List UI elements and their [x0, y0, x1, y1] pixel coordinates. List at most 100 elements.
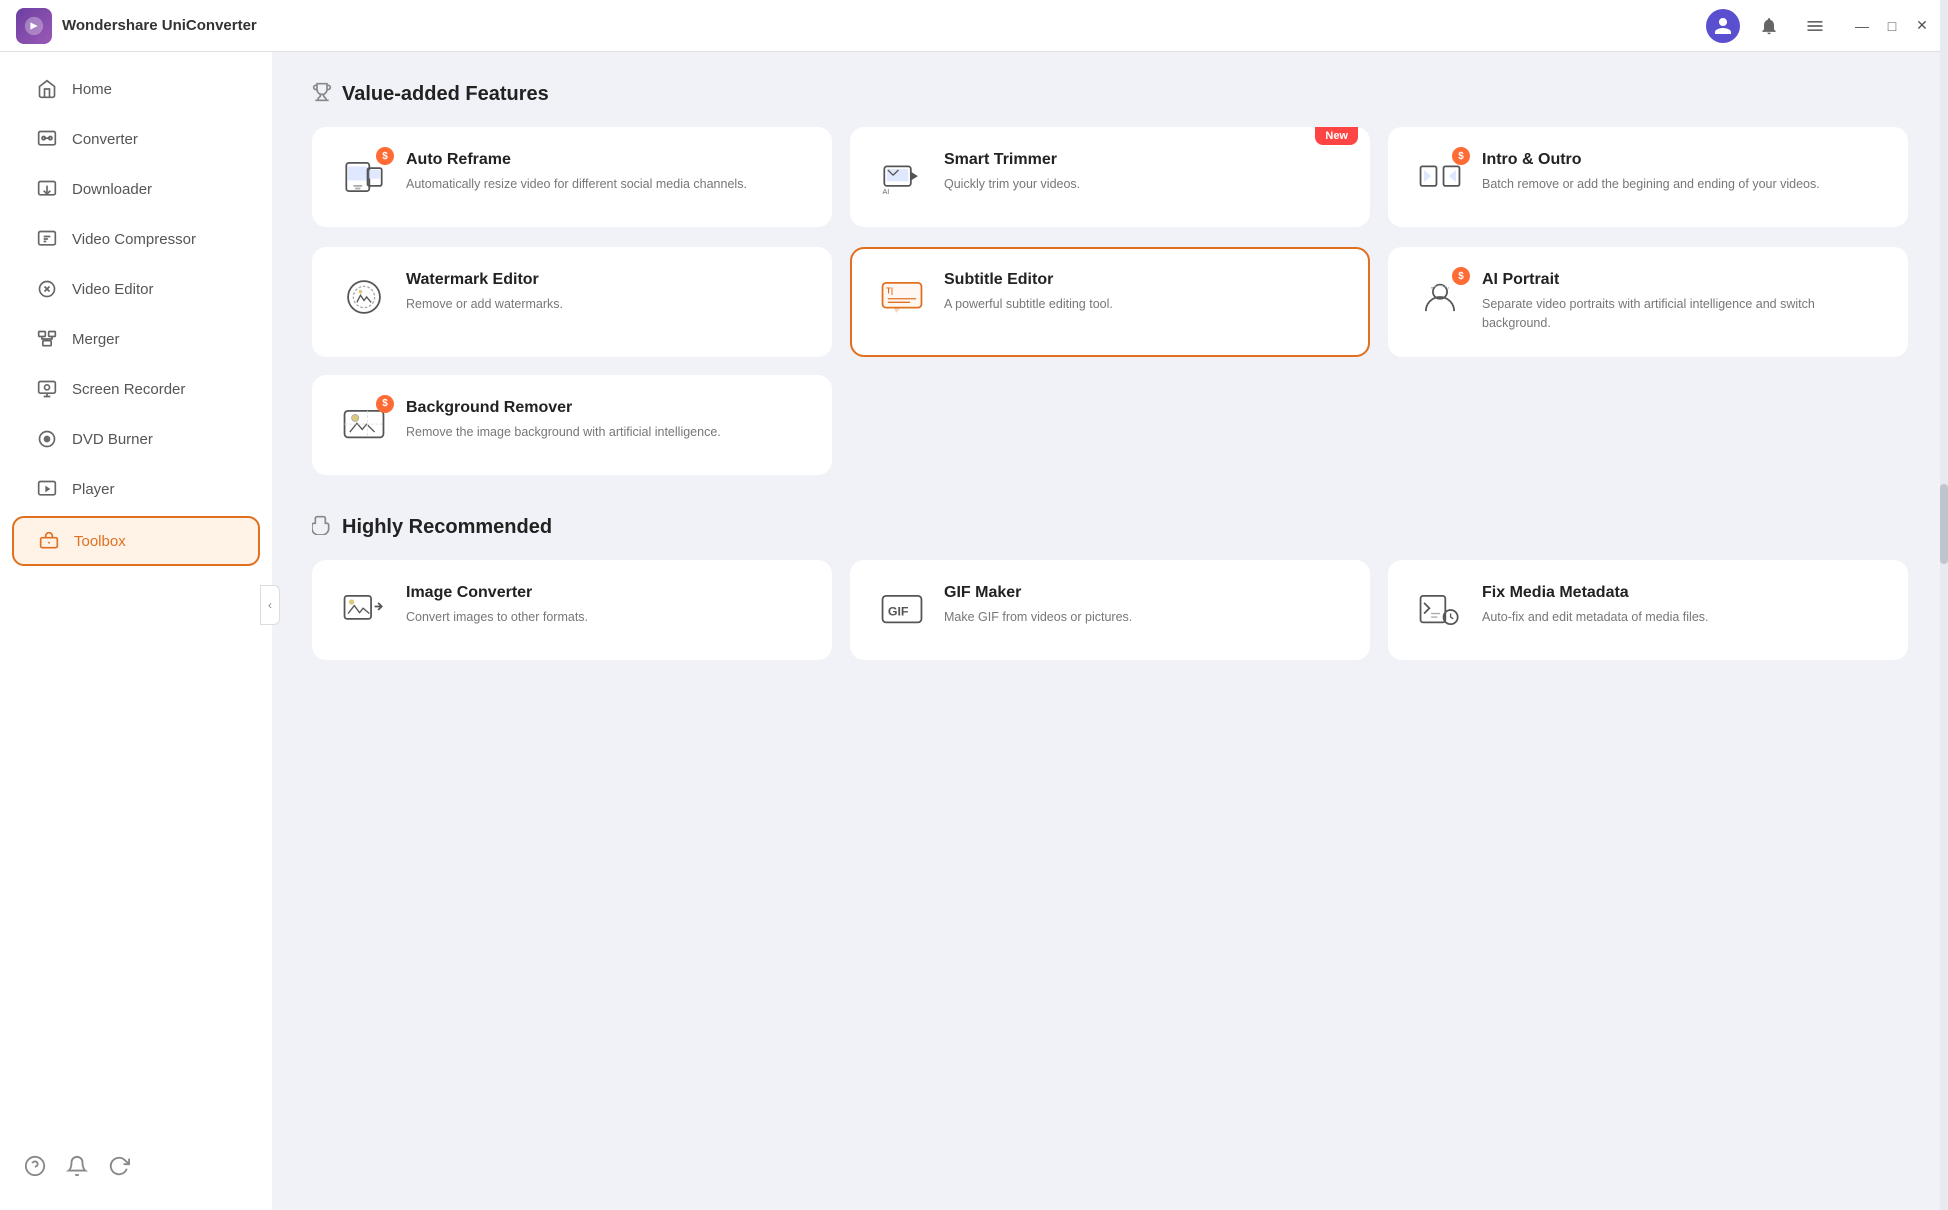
sidebar-label-home: Home	[72, 81, 112, 98]
refresh-icon[interactable]	[108, 1155, 130, 1182]
sidebar-label-merger: Merger	[72, 331, 120, 348]
watermark-editor-description: Remove or add watermarks.	[406, 295, 563, 314]
sidebar-item-toolbox[interactable]: Toolbox	[12, 516, 260, 566]
hand-icon	[312, 515, 332, 540]
smart-trimmer-card[interactable]: New AI Smart Trimmer Quickly trim your v…	[850, 127, 1370, 227]
background-remover-icon-wrap: $	[338, 399, 390, 451]
premium-badge-intro-outro: $	[1452, 147, 1470, 165]
subtitle-editor-title: Subtitle Editor	[944, 271, 1113, 289]
value-added-cards-row3: $ Background Remover Remove the image ba…	[312, 375, 1908, 475]
sidebar-item-dvd-burner[interactable]: DVD Burner	[12, 416, 260, 462]
sidebar-item-home[interactable]: Home	[12, 66, 260, 112]
fix-media-metadata-description: Auto-fix and edit metadata of media file…	[1482, 608, 1709, 627]
scrollbar-track[interactable]	[1940, 52, 1948, 1210]
close-button[interactable]: ✕	[1912, 16, 1932, 36]
app-title: Wondershare UniConverter	[62, 17, 1706, 34]
compress-icon	[36, 228, 58, 250]
value-added-cards-row2: Watermark Editor Remove or add watermark…	[312, 247, 1908, 357]
sidebar-item-video-compressor[interactable]: Video Compressor	[12, 216, 260, 262]
smart-trimmer-icon-wrap: AI	[876, 151, 928, 203]
ai-portrait-card[interactable]: $ AI Portrait Separate video portraits w…	[1388, 247, 1908, 357]
sidebar-item-merger[interactable]: Merger	[12, 316, 260, 362]
image-converter-description: Convert images to other formats.	[406, 608, 588, 627]
sidebar-item-player[interactable]: Player	[12, 466, 260, 512]
screen-icon	[36, 378, 58, 400]
subtitle-editor-text: Subtitle Editor A powerful subtitle edit…	[944, 271, 1113, 314]
premium-badge-bg-remover: $	[376, 395, 394, 413]
recommended-cards: Image Converter Convert images to other …	[312, 560, 1908, 660]
app-body: Home Converter Downloader	[0, 52, 1948, 1210]
notification-bell-icon[interactable]	[66, 1155, 88, 1182]
sidebar-item-screen-recorder[interactable]: Screen Recorder	[12, 366, 260, 412]
highly-recommended-section-header: Highly Recommended	[312, 515, 1908, 540]
merger-icon	[36, 328, 58, 350]
svg-text:GIF: GIF	[888, 604, 909, 618]
image-converter-text: Image Converter Convert images to other …	[406, 584, 588, 627]
sidebar-item-converter[interactable]: Converter	[12, 116, 260, 162]
minimize-button[interactable]: —	[1852, 16, 1872, 36]
background-remover-card[interactable]: $ Background Remover Remove the image ba…	[312, 375, 832, 475]
highly-recommended-title: Highly Recommended	[342, 516, 552, 539]
subtitle-editor-description: A powerful subtitle editing tool.	[944, 295, 1113, 314]
value-added-cards-row1: $ Auto Reframe Automatically resize vide…	[312, 127, 1908, 227]
svg-text:T|: T|	[886, 286, 893, 295]
new-badge: New	[1315, 127, 1358, 145]
watermark-editor-text: Watermark Editor Remove or add watermark…	[406, 271, 563, 314]
premium-badge-auto-reframe: $	[376, 147, 394, 165]
titlebar-controls: — □ ✕	[1706, 9, 1932, 43]
ai-portrait-icon-wrap: $	[1414, 271, 1466, 323]
intro-outro-card[interactable]: $ Intro & Outro Batch remove or add the …	[1388, 127, 1908, 227]
image-converter-card[interactable]: Image Converter Convert images to other …	[312, 560, 832, 660]
sidebar-item-video-editor[interactable]: Video Editor	[12, 266, 260, 312]
ai-portrait-title: AI Portrait	[1482, 271, 1882, 289]
intro-outro-icon-wrap: $	[1414, 151, 1466, 203]
premium-badge-ai-portrait: $	[1452, 267, 1470, 285]
fix-media-metadata-text: Fix Media Metadata Auto-fix and edit met…	[1482, 584, 1709, 627]
maximize-button[interactable]: □	[1882, 16, 1902, 36]
app-logo	[16, 8, 52, 44]
subtitle-editor-card[interactable]: T| Subtitle Editor A powerful subtitle e…	[850, 247, 1370, 357]
subtitle-editor-icon-wrap: T|	[876, 271, 928, 323]
gif-maker-card[interactable]: GIF GIF Maker Make GIF from videos or pi…	[850, 560, 1370, 660]
sidebar-label-video-editor: Video Editor	[72, 281, 153, 298]
user-account-icon[interactable]	[1706, 9, 1740, 43]
sidebar: Home Converter Downloader	[0, 52, 272, 1210]
image-converter-title: Image Converter	[406, 584, 588, 602]
main-content: Value-added Features $	[272, 52, 1948, 1210]
auto-reframe-text: Auto Reframe Automatically resize video …	[406, 151, 747, 194]
sidebar-item-downloader[interactable]: Downloader	[12, 166, 260, 212]
toolbox-icon	[38, 530, 60, 552]
fix-media-metadata-title: Fix Media Metadata	[1482, 584, 1709, 602]
menu-icon[interactable]	[1798, 9, 1832, 43]
sidebar-label-dvd-burner: DVD Burner	[72, 431, 153, 448]
notification-icon[interactable]	[1752, 9, 1786, 43]
smart-trimmer-description: Quickly trim your videos.	[944, 175, 1080, 194]
window-controls: — □ ✕	[1852, 16, 1932, 36]
ai-portrait-text: AI Portrait Separate video portraits wit…	[1482, 271, 1882, 333]
scrollbar-thumb[interactable]	[1940, 484, 1948, 564]
sidebar-label-converter: Converter	[72, 131, 138, 148]
player-icon	[36, 478, 58, 500]
fix-media-metadata-card[interactable]: Fix Media Metadata Auto-fix and edit met…	[1388, 560, 1908, 660]
converter-icon	[36, 128, 58, 150]
sidebar-label-player: Player	[72, 481, 115, 498]
gif-maker-title: GIF Maker	[944, 584, 1132, 602]
watermark-editor-icon-wrap	[338, 271, 390, 323]
ai-portrait-description: Separate video portraits with artificial…	[1482, 295, 1882, 333]
titlebar: Wondershare UniConverter — □ ✕	[0, 0, 1948, 52]
sidebar-label-video-compressor: Video Compressor	[72, 231, 196, 248]
auto-reframe-card[interactable]: $ Auto Reframe Automatically resize vide…	[312, 127, 832, 227]
sidebar-collapse-handle[interactable]: ‹	[260, 585, 280, 625]
image-converter-icon-wrap	[338, 584, 390, 636]
trophy-icon	[312, 82, 332, 107]
gif-maker-icon-wrap: GIF	[876, 584, 928, 636]
watermark-editor-title: Watermark Editor	[406, 271, 563, 289]
help-icon[interactable]	[24, 1155, 46, 1182]
sidebar-label-toolbox: Toolbox	[74, 533, 126, 550]
watermark-editor-card[interactable]: Watermark Editor Remove or add watermark…	[312, 247, 832, 357]
background-remover-title: Background Remover	[406, 399, 721, 417]
background-remover-description: Remove the image background with artific…	[406, 423, 721, 442]
auto-reframe-icon-wrap: $	[338, 151, 390, 203]
value-added-section-header: Value-added Features	[312, 82, 1908, 107]
edit-icon	[36, 278, 58, 300]
